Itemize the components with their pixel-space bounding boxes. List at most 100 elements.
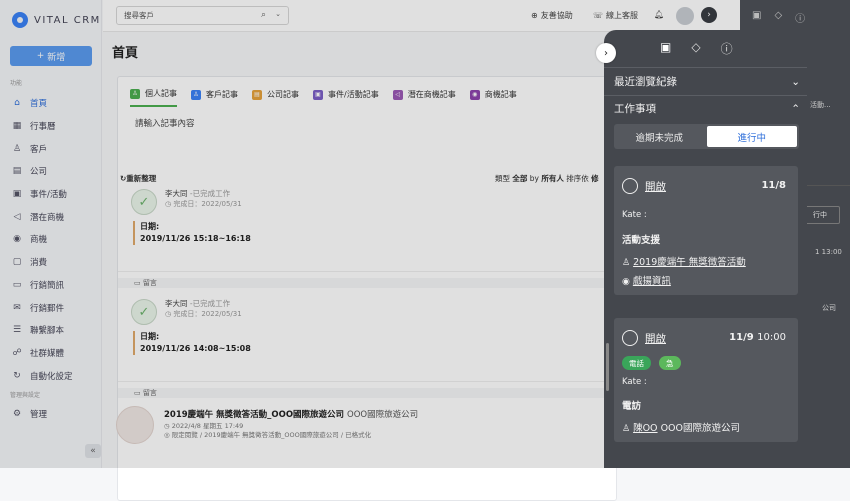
sidebar-item-user[interactable]: ♙ 客戶 [0,137,102,160]
scrollbar[interactable] [606,343,609,391]
comment-bar[interactable]: ▭ 留言 [118,278,618,288]
divider [604,95,807,96]
event-company: OOO國際旅遊公司 [347,410,419,420]
tag-badge-urgent: 急 [659,356,681,370]
note-input[interactable]: 請輸入記事內容 [135,117,195,129]
tab-note-4[interactable]: ◁ 潛在商機記事 [392,85,456,107]
search-input[interactable]: 搜尋客戶 ⌕ ⌄ [116,6,289,25]
sidebar: VITAL CRM + 新增 功能 ⌂ 首頁 ▦ 行事曆 ♙ 客戶 ▤ 公司 ▣ 事件/活動 ◁ 潛在商… [0,0,102,468]
filter-by-label: by [529,174,539,183]
tab-note-3[interactable]: ▣ 事件/活動記事 [313,85,379,107]
filter-type-value[interactable]: 全部 [512,174,527,183]
friend-help-label: 友善協助 [540,11,573,20]
event-title-text: 2019慶端午 無獎徵答活動_OOO國際旅遊公司 [164,410,345,420]
sidebar-item-sms[interactable]: ▭ 行銷簡訊 [0,274,102,297]
tag-badge-phone: 電話 [622,356,651,370]
side-panel: › ▣ ◇ ⓘ 最近瀏覽紀錄 ⌄ 工作事項 ⌃ 逾期未完成 進行中 開啟 11/8 … [596,30,807,468]
filter-type-label: 類型 [495,174,510,183]
todo-section[interactable]: 工作事項 ⌃ [614,101,800,116]
sidebar-item-label: 消費 [30,258,48,269]
tag-icon[interactable]: ◇ [691,40,700,57]
sidebar-item-label: 社群媒體 [30,348,65,359]
online-service-label: 線上客服 [606,11,639,20]
tab-note-1[interactable]: ♙ 客戶記事 [191,85,238,107]
avatar[interactable] [676,7,694,25]
sidebar-item-pin[interactable]: ◉ 商機 [0,228,102,251]
chevron-down-icon[interactable]: ⌄ [275,10,281,18]
tab-note-5[interactable]: ◉ 商機記事 [469,85,517,107]
sidebar-item-label: 客戶 [30,144,48,155]
friend-help-button[interactable]: ⊕ 友善協助 [531,10,573,21]
sidebar-item-automation[interactable]: ↻ 自動化設定 [0,364,102,387]
sidebar-item-calendar[interactable]: ▦ 行事曆 [0,115,102,138]
event-title[interactable]: 2019慶端午 無獎徵答活動_OOO國際旅遊公司 OOO國際旅遊公司 [164,408,418,420]
filter-by-value[interactable]: 所有人 [541,174,564,183]
task-card: 開啟 11/9 10:00 電話 急 Kate : 電訪 ♙ 陳OO OOO國際旅… [614,318,798,442]
info-icon: ⓘ [795,14,806,25]
divider [118,381,618,382]
search-icon[interactable]: ⌕ [261,10,266,20]
online-service-button[interactable]: ☏ 線上客服 [593,10,638,21]
task-open-link[interactable]: 開啟 [645,331,666,346]
task-link-event[interactable]: ♙ 2019慶端午 無獎徵答活動 [622,254,746,268]
refresh-button[interactable]: ↻重新整理 [120,173,156,184]
sidebar-item-event[interactable]: ▣ 事件/活動 [0,183,102,206]
sidebar-item-home[interactable]: ⌂ 首頁 [0,92,102,115]
panel-toggle-button[interactable]: › [701,7,717,23]
add-new-button[interactable]: + 新增 [10,46,92,66]
task-type: 電訪 [622,401,642,412]
eye-icon: ◎ [164,430,170,439]
tab-note-2[interactable]: ▤ 公司記事 [252,85,299,107]
comment-label: 留言 [142,279,157,287]
comment-icon: ▭ [134,279,141,287]
brand-name: VITAL CRM [34,14,101,26]
filter-sort-value[interactable]: 修 [591,174,599,183]
task-person: Kate : [622,210,647,220]
tab-in-progress[interactable]: 進行中 [706,126,797,147]
task-link-contact[interactable]: ♙ 陳OO OOO國際旅遊公司 [622,420,740,434]
logo-icon [12,12,28,28]
sidebar-item-mail[interactable]: ✉ 行銷郵件 [0,296,102,319]
close-panel-button[interactable]: › [596,43,616,63]
clock-icon: ◷ [165,200,172,208]
sidebar-item-building[interactable]: ▤ 公司 [0,160,102,183]
bell-icon[interactable]: 🔔︎ [654,10,664,19]
main-content: 首頁 ♙ 個人記事 ♙ 客戶記事 ▤ 公司記事 ▣ 事件/活動記事 ◁ 潛在商機記事 ◉ 商機記事 請… [103,33,618,501]
task-link-company[interactable]: ◉ 戲揚資訊 [622,273,671,287]
social-icon: ☍ [12,347,22,358]
building-icon: ▤ [12,166,22,177]
divider [800,185,850,186]
event-thumbnail [116,406,154,444]
comment-bar[interactable]: ▭ 留言 [118,388,618,398]
sidebar-item-label: 行銷郵件 [30,303,65,314]
chat-icon: ☏ [593,11,604,20]
sidebar-item-label: 潛在商機 [30,212,65,223]
comment-icon: ▭ [134,389,141,397]
brand-logo[interactable]: VITAL CRM [12,12,101,28]
task-date: 11/8 [761,180,786,191]
briefcase-icon[interactable]: ▣ [660,40,671,57]
note-type-icon: ♙ [130,88,140,99]
task-open-link[interactable]: 開啟 [645,179,666,194]
info-icon[interactable]: ⓘ [721,40,733,57]
sidebar-item-script[interactable]: ☰ 聯繫腳本 [0,319,102,342]
sidebar-item-management[interactable]: ⚙ 管理 [0,403,102,426]
event-icon: ▣ [12,189,22,200]
tab-note-0[interactable]: ♙ 個人記事 [130,85,177,107]
divider [118,271,618,272]
tag-icon: ◇ [774,10,783,21]
sidebar-item-social[interactable]: ☍ 社群媒體 [0,342,102,365]
event-datetime: 2022/4/8 星期五 17:49 [171,422,244,430]
task-checkbox[interactable] [622,330,638,346]
tab-overdue[interactable]: 逾期未完成 [614,124,705,149]
task-checkbox[interactable] [622,178,638,194]
sidebar-item-receipt[interactable]: ▢ 消費 [0,251,102,274]
collapse-sidebar-button[interactable]: « [85,444,101,458]
clock-icon: ◷ [165,310,172,318]
event-visibility: 限定閱覽 / 2019慶端午 無獎徵答活動_OOO國際旅遊公司 / 已格式化 [171,430,372,439]
background-text: 活動... [810,101,831,109]
task-link-text: 戲揚資訊 [632,276,671,287]
date-label: 日期: [140,222,160,231]
recent-views-section[interactable]: 最近瀏覽紀錄 ⌄ [614,74,800,89]
sidebar-item-megaphone[interactable]: ◁ 潛在商機 [0,205,102,228]
